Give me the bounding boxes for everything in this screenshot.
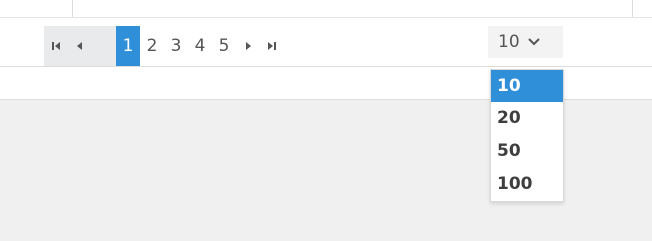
next-page-button[interactable]	[236, 26, 260, 66]
column-divider	[72, 0, 73, 17]
page-size-option-20[interactable]: 20	[491, 102, 563, 135]
page-size-option-100[interactable]: 100	[491, 168, 563, 201]
table-header-strip	[0, 0, 652, 18]
page-button-1[interactable]: 1	[116, 26, 140, 66]
page-size-option-50[interactable]: 50	[491, 135, 563, 168]
page-button-5[interactable]: 5	[212, 26, 236, 66]
page-size-dropdown: 10 20 50 100	[490, 69, 564, 202]
page-size-value: 10	[498, 32, 520, 52]
page-size-select[interactable]: 10	[488, 26, 563, 58]
chevron-down-icon	[527, 38, 540, 46]
last-page-button[interactable]	[260, 26, 284, 66]
first-page-icon	[52, 42, 60, 50]
first-page-button[interactable]	[44, 26, 68, 66]
page-size-option-10[interactable]: 10	[491, 70, 563, 102]
page-button-4[interactable]: 4	[188, 26, 212, 66]
previous-page-icon	[77, 42, 82, 50]
last-page-icon	[268, 42, 276, 50]
page-button-2[interactable]: 2	[140, 26, 164, 66]
page-button-3[interactable]: 3	[164, 26, 188, 66]
pager-spacer	[92, 26, 116, 66]
previous-page-button[interactable]	[68, 26, 92, 66]
pagination: 1 2 3 4 5	[44, 26, 284, 66]
column-divider	[632, 0, 633, 17]
next-page-icon	[246, 42, 251, 50]
